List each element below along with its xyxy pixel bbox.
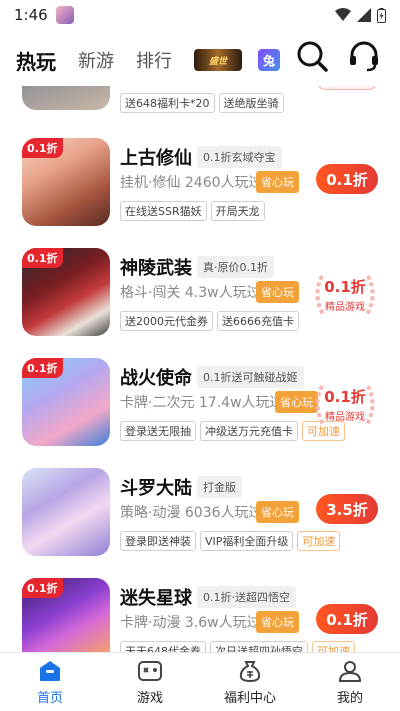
discount-button[interactable]: 0.1折 [316, 604, 378, 634]
signal-icon [357, 8, 371, 22]
laurel-icon [315, 385, 375, 428]
list-item-partial[interactable]: 送648福利卡*20 送绝版坐骑 [0, 86, 400, 114]
worry-free-pill: 省心玩 [256, 611, 299, 633]
tab-new-games[interactable]: 新游 [78, 47, 114, 73]
search-icon [297, 41, 328, 72]
list-item[interactable]: 0.1折 神陵武装 真·原价0.1折 格斗·闯关 4.3w人玩过 省心玩 送20… [0, 248, 400, 358]
game-benefit-tag: 登录即送神装 [120, 531, 196, 551]
game-benefit-tag: 送6666充值卡 [217, 311, 299, 331]
game-cover [22, 468, 110, 556]
notification-app-icon [55, 6, 74, 24]
game-promo-tag: 0.1折·送超四悟空 [197, 586, 296, 608]
list-item[interactable]: 0.1折 迷失星球 0.1折·送超四悟空 卡牌·动漫 3.6w人玩过 省心玩 天… [0, 578, 400, 652]
game-cover-partial [22, 86, 110, 110]
nav-home[interactable]: 首页 [0, 653, 100, 711]
worry-free-pill: 省心玩 [256, 171, 299, 193]
game-cover: 0.1折 [22, 578, 110, 652]
worry-free-pill: 省心玩 [256, 281, 299, 303]
discount-seal-partial [316, 86, 378, 90]
game-tags: 登录即送神装 VIP福利全面升级 可加速 [120, 530, 344, 551]
customer-service-button[interactable] [344, 36, 384, 76]
discount-button[interactable]: 3.5折 [316, 494, 378, 524]
search-button[interactable] [292, 36, 332, 76]
premium-game-seal: 0.1折 精品游戏 [310, 378, 380, 434]
game-meta: 格斗·闯关 4.3w人玩过 [120, 285, 261, 301]
game-benefit-tag: 开局天龙 [210, 201, 265, 221]
list-item[interactable]: 0.1折 战火使命 0.1折送可触碰战姬 卡牌·二次元 17.4w人玩过 省心玩… [0, 358, 400, 468]
laurel-icon [315, 275, 375, 318]
game-name: 迷失星球 [120, 588, 192, 609]
game-benefit-tag: 冲级送万元充值卡 [200, 421, 298, 441]
game-meta: 卡牌·二次元 17.4w人玩过 [120, 395, 284, 411]
game-benefit-tag: 送2000元代金券 [120, 311, 213, 331]
status-time: 1:46 [14, 6, 48, 24]
discount-badge: 0.1折 [22, 358, 63, 378]
game-promo-tag: 打金版 [197, 476, 242, 498]
game-name: 神陵武装 [120, 258, 192, 279]
game-cover: 0.1折 [22, 248, 110, 336]
game-cover: 0.1折 [22, 138, 110, 226]
nav-welfare-label: 福利中心 [223, 691, 276, 706]
status-bar: 1:46 [0, 0, 400, 30]
game-meta: 策略·动漫 6036人玩过 [120, 505, 263, 521]
discount-badge: 0.1折 [22, 138, 63, 158]
game-name: 战火使命 [120, 368, 192, 389]
tab-ranking[interactable]: 排行 [136, 47, 172, 73]
accelerate-tag: 可加速 [297, 531, 341, 551]
nav-welfare-center[interactable]: 福利中心 [200, 653, 300, 711]
nav-games[interactable]: 游戏 [100, 653, 200, 711]
brand-logo[interactable]: 盛世 [194, 49, 242, 71]
game-list: 送648福利卡*20 送绝版坐骑 0.1折 上古修仙 0.1折玄域夺宝 挂机·修仙… [0, 86, 400, 652]
game-cover: 0.1折 [22, 358, 110, 446]
game-benefit-tag: VIP福利全面升级 [200, 531, 294, 551]
premium-game-seal: 0.1折 精品游戏 [310, 268, 380, 324]
game-meta: 卡牌·动漫 3.6w人玩过 [120, 615, 261, 631]
game-benefit-tag: 在线送SSR猫妖 [120, 201, 207, 221]
headset-icon [350, 41, 378, 72]
discount-badge: 0.1折 [22, 578, 63, 598]
accelerate-tag: 可加速 [312, 641, 355, 652]
nav-games-label: 游戏 [136, 691, 163, 706]
game-meta: 挂机·修仙 2460人玩过 [120, 175, 263, 191]
list-item[interactable]: 0.1折 上古修仙 0.1折玄域夺宝 挂机·修仙 2460人玩过 省心玩 在线送… [0, 138, 400, 248]
nav-home-label: 首页 [36, 691, 63, 706]
game-benefit-tag: 天天648代金券 [120, 641, 206, 652]
top-navigation: 热玩 新游 排行 盛世 兔 [0, 34, 400, 86]
game-benefit-tag: 登录送无限抽 [120, 421, 196, 441]
game-promo-tag: 0.1折玄域夺宝 [197, 146, 282, 168]
game-benefit-tag: 送绝版坐骑 [218, 93, 284, 113]
list-item[interactable]: 斗罗大陆 打金版 策略·动漫 6036人玩过 省心玩 登录即送神装 VIP福利全面… [0, 468, 400, 578]
game-promo-tag: 真·原价0.1折 [197, 256, 274, 278]
game-promo-tag: 0.1折送可触碰战姬 [197, 366, 304, 388]
game-tags: 送2000元代金券 送6666充值卡 [120, 310, 303, 331]
home-icon [40, 661, 60, 681]
nav-profile-label: 我的 [336, 691, 363, 706]
brand-icon[interactable]: 兔 [258, 49, 280, 71]
game-name: 斗罗大陆 [120, 478, 192, 499]
game-tags: 在线送SSR猫妖 开局天龙 [120, 200, 269, 221]
battery-icon [377, 7, 386, 23]
gamepad-icon [138, 661, 162, 681]
bottom-navigation: 首页 游戏 福利中心 我的 [0, 652, 400, 711]
game-name: 上古修仙 [120, 148, 192, 169]
user-icon [338, 661, 362, 682]
tab-hot[interactable]: 热玩 [16, 46, 56, 75]
discount-badge: 0.1折 [22, 248, 63, 268]
game-benefit-tag: 次日送超四孙悟空 [210, 641, 308, 652]
nav-profile[interactable]: 我的 [300, 653, 400, 711]
discount-button[interactable]: 0.1折 [316, 164, 378, 194]
game-benefit-tag: 送648福利卡*20 [120, 93, 215, 113]
moneybag-icon [239, 661, 261, 683]
wifi-icon [335, 8, 351, 21]
game-tags: 天天648代金券 次日送超四孙悟空 可加速 [120, 640, 359, 652]
worry-free-pill: 省心玩 [256, 501, 299, 523]
